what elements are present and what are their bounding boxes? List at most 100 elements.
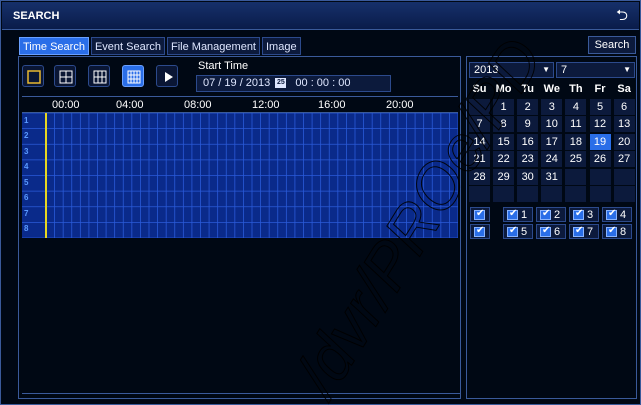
nine-view-icon (93, 70, 107, 84)
weekday-header: Mo (495, 83, 512, 95)
channel-checkbox-4[interactable]: 4 (602, 207, 632, 222)
channel-label: 5 (24, 178, 29, 187)
select-all-checkbox[interactable] (470, 224, 490, 239)
calendar-day[interactable]: 3 (541, 98, 563, 115)
calendar-day[interactable]: 23 (517, 151, 539, 167)
checkbox-label: 8 (620, 226, 627, 238)
channel-checkbox-8[interactable]: 8 (602, 224, 632, 239)
weekday-header: We (543, 83, 560, 95)
calendar-empty-cell (541, 186, 563, 202)
channel-checkbox-6[interactable]: 6 (536, 224, 566, 239)
channel-label: 8 (24, 224, 29, 233)
checkbox-icon (507, 225, 518, 237)
checkbox-icon (474, 208, 485, 220)
calendar-empty-cell (469, 186, 490, 202)
calendar-day[interactable]: 16 (517, 133, 539, 150)
play-button[interactable] (156, 65, 178, 87)
calendar-day[interactable]: 6 (613, 98, 635, 115)
weekday-header: Th (569, 83, 583, 95)
quad-view-button[interactable] (54, 65, 76, 87)
calendar-empty-cell (613, 186, 635, 202)
tab-bar: Time Search Event Search File Management… (19, 37, 301, 55)
calendar-empty-cell (517, 186, 539, 202)
calendar-day[interactable]: 4 (565, 98, 587, 115)
year-select[interactable]: 2013 ▼ (469, 62, 554, 78)
timeline-hour-header: 00:00 04:00 08:00 12:00 16:00 20:00 (22, 96, 458, 113)
return-icon[interactable]: ⮌ (613, 7, 631, 25)
calendar-empty-cell (469, 98, 490, 115)
calendar-day[interactable]: 21 (469, 151, 490, 167)
calendar-day[interactable]: 20 (613, 133, 635, 150)
checkbox-label: 3 (587, 209, 594, 221)
checkbox-label: 5 (521, 226, 528, 238)
calendar-day[interactable]: 15 (493, 133, 515, 150)
channel-checkbox-5[interactable]: 5 (503, 224, 533, 239)
single-view-button[interactable] (22, 65, 44, 87)
calendar-day[interactable]: 10 (541, 116, 563, 132)
calendar-day[interactable]: 12 (589, 116, 611, 132)
calendar-day[interactable]: 17 (541, 133, 563, 150)
month-select[interactable]: 7 ▼ (556, 62, 635, 78)
tab-image[interactable]: Image (262, 37, 301, 55)
year-value: 2013 (474, 64, 499, 76)
calendar-day[interactable]: 24 (541, 151, 563, 167)
channel-label: 2 (24, 131, 29, 140)
select-all-checkbox[interactable] (470, 207, 490, 222)
calendar-day[interactable]: 9 (517, 116, 539, 132)
checkbox-icon (573, 208, 584, 220)
calendar-empty-cell (493, 186, 515, 202)
hour-label: 16:00 (318, 99, 346, 111)
calendar-day[interactable]: 31 (541, 168, 563, 185)
checkbox-icon (507, 208, 518, 220)
calendar-day[interactable]: 5 (589, 98, 611, 115)
play-icon (165, 72, 173, 82)
window-title: SEARCH (13, 10, 60, 22)
calendar-day[interactable]: 25 (565, 151, 587, 167)
calendar-day[interactable]: 14 (469, 133, 490, 150)
channel-labels: 1 2 3 4 5 6 7 8 (22, 113, 458, 238)
channel-checkbox-2[interactable]: 2 (536, 207, 566, 222)
search-button[interactable]: Search (588, 36, 636, 54)
calendar-day[interactable]: 27 (613, 151, 635, 167)
checkbox-icon (606, 225, 617, 237)
channel-checkbox-3[interactable]: 3 (569, 207, 599, 222)
calendar-day[interactable]: 30 (517, 168, 539, 185)
calendar-day[interactable]: 19 (589, 133, 611, 150)
calendar-day[interactable]: 2 (517, 98, 539, 115)
calendar-empty-cell (565, 168, 587, 185)
checkbox-label: 1 (521, 209, 528, 221)
hour-label: 04:00 (116, 99, 144, 111)
hour-label: 12:00 (252, 99, 280, 111)
calendar-day[interactable]: 29 (493, 168, 515, 185)
nine-view-button[interactable] (88, 65, 110, 87)
start-time-field[interactable]: 07 / 19 / 2013 25 00 : 00 : 00 (196, 75, 391, 92)
channel-label: 3 (24, 147, 29, 156)
tab-time-search[interactable]: Time Search (19, 37, 89, 55)
calendar-day[interactable]: 22 (493, 151, 515, 167)
start-time-value[interactable]: 00 : 00 : 00 (295, 77, 350, 89)
calendar-empty-cell (565, 186, 587, 202)
channel-checkbox-1[interactable]: 1 (503, 207, 533, 222)
calendar-day[interactable]: 28 (469, 168, 490, 185)
checkbox-icon (573, 225, 584, 237)
calendar-empty-cell (589, 186, 611, 202)
tab-event-search[interactable]: Event Search (90, 37, 165, 55)
calendar-day[interactable]: 13 (613, 116, 635, 132)
calendar-day[interactable]: 26 (589, 151, 611, 167)
calendar-day[interactable]: 18 (565, 133, 587, 150)
channel-label: 7 (24, 209, 29, 218)
weekday-header: Tu (521, 83, 534, 95)
start-date-value[interactable]: 07 / 19 / 2013 (203, 77, 270, 89)
checkbox-label: 4 (620, 209, 627, 221)
channel-checkbox-7[interactable]: 7 (569, 224, 599, 239)
tab-file-management[interactable]: File Management (167, 37, 260, 55)
checkbox-label: 2 (554, 209, 561, 221)
calendar-day[interactable]: 8 (493, 116, 515, 132)
calendar-icon[interactable]: 25 (275, 78, 287, 89)
calendar-day[interactable]: 1 (493, 98, 515, 115)
calendar-day[interactable]: 7 (469, 116, 490, 132)
calendar-empty-cell (613, 168, 635, 185)
calendar-day[interactable]: 11 (565, 116, 587, 132)
weekday-header: Su (472, 83, 487, 95)
sixteen-view-button[interactable] (122, 65, 144, 87)
